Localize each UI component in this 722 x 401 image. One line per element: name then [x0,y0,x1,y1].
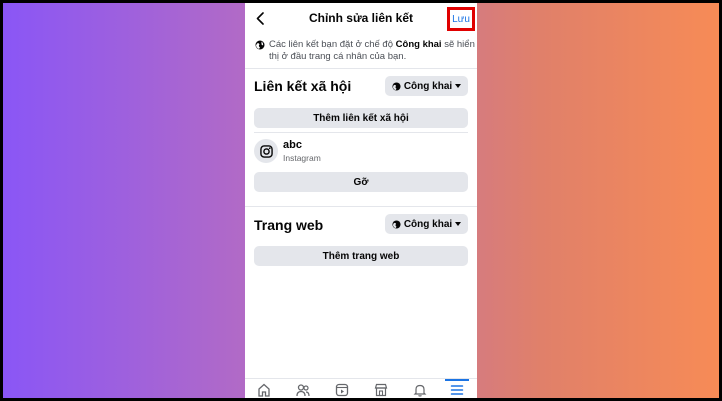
bell-icon[interactable] [412,382,428,398]
instagram-icon [254,139,278,163]
list-item: abc Instagram [254,137,468,167]
remove-link-label: Gỡ [353,176,369,188]
notice-highlight: Công khai [395,39,442,50]
home-icon[interactable] [256,382,272,398]
phone-screen: Chỉnh sửa liên kết Lưu Các liên kết bạn … [245,3,477,398]
header-bar: Chỉnh sửa liên kết Lưu [245,3,477,33]
notice-text-part: Các liên kết bạn đặt ở chế độ [269,39,394,50]
save-button[interactable]: Lưu [447,7,475,31]
social-privacy-button[interactable]: Công khai [385,76,468,96]
remove-link-button[interactable]: Gỡ [254,172,468,192]
back-button[interactable] [253,9,267,27]
active-tab-indicator [445,379,469,381]
website-title: Trang web [254,217,324,233]
add-social-link-button[interactable]: Thêm liên kết xã hội [254,108,468,128]
chevron-left-icon [256,11,264,25]
caret-down-icon [455,84,462,88]
divider [254,132,468,133]
video-icon[interactable] [334,382,350,398]
friends-icon[interactable] [295,382,311,398]
bottom-tab-bar [245,378,477,398]
globe-icon [255,40,265,50]
marketplace-icon[interactable] [373,382,389,398]
website-privacy-button[interactable]: Công khai [385,214,468,234]
divider [245,206,477,207]
caret-down-icon [455,222,462,226]
privacy-label: Công khai [403,218,453,230]
privacy-label: Công khai [403,80,453,92]
social-links-title: Liên kết xã hội [254,78,352,94]
menu-icon[interactable] [449,382,465,398]
link-platform: Instagram [283,153,321,163]
save-label: Lưu [452,13,470,25]
add-website-label: Thêm trang web [322,250,400,262]
link-name: abc [283,139,302,151]
globe-icon [392,81,401,91]
divider [245,68,477,69]
page-title: Chỉnh sửa liên kết [308,11,414,25]
add-social-link-label: Thêm liên kết xã hội [313,112,409,124]
notice-text: Các liên kết bạn đặt ở chế độ Công khai … [269,39,475,63]
add-website-button[interactable]: Thêm trang web [254,246,468,266]
globe-icon [392,219,401,229]
